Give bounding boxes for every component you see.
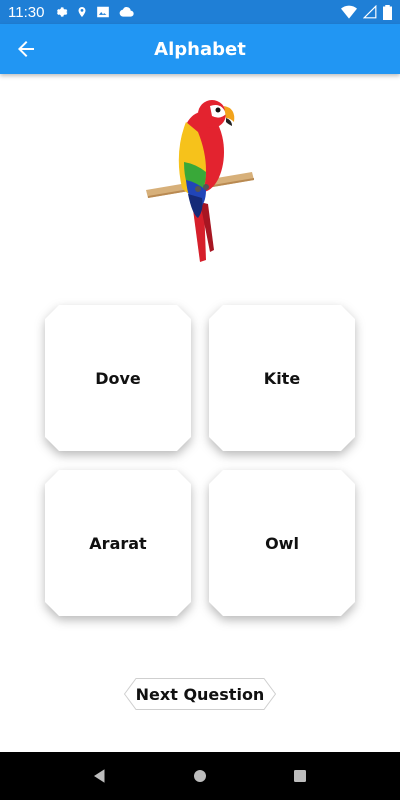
signal-icon bbox=[363, 5, 377, 19]
nav-home-icon[interactable] bbox=[188, 764, 212, 788]
status-bar: 11:30 bbox=[0, 0, 400, 24]
back-arrow-icon[interactable] bbox=[14, 37, 38, 61]
battery-icon bbox=[383, 4, 392, 20]
answer-label[interactable]: Dove bbox=[45, 305, 191, 451]
location-icon bbox=[78, 7, 86, 17]
answer-label[interactable]: Kite bbox=[209, 305, 355, 451]
answer-card-2[interactable]: Kite bbox=[209, 305, 355, 451]
answer-card-1[interactable]: Dove bbox=[45, 305, 191, 451]
wifi-icon bbox=[341, 5, 357, 19]
parrot-image bbox=[146, 100, 254, 262]
answer-label[interactable]: Owl bbox=[209, 470, 355, 616]
app-bar: Alphabet bbox=[0, 24, 400, 74]
system-nav-bar bbox=[0, 752, 400, 800]
nav-back-icon[interactable] bbox=[88, 764, 112, 788]
gallery-icon bbox=[97, 6, 110, 18]
nav-recents-icon[interactable] bbox=[288, 764, 312, 788]
answer-label[interactable]: Ararat bbox=[45, 470, 191, 616]
cloud-icon bbox=[120, 7, 135, 17]
answer-card-3[interactable]: Ararat bbox=[45, 470, 191, 616]
status-time: 11:30 bbox=[8, 3, 45, 21]
next-question-button[interactable]: Next Question bbox=[124, 678, 276, 710]
page-title: Alphabet bbox=[154, 38, 246, 60]
settings-icon bbox=[57, 7, 68, 17]
answer-card-4[interactable]: Owl bbox=[209, 470, 355, 616]
